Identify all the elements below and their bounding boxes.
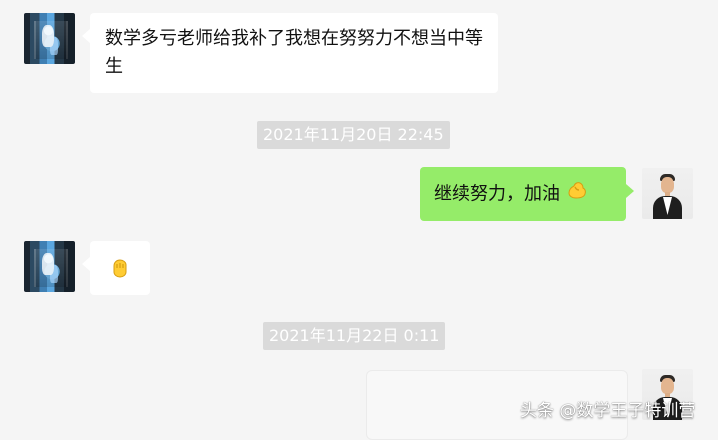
timestamp-1: 2021年11月20日 22:45 [257,121,450,149]
source-watermark: 头条 @数学王子特训营 [520,401,696,421]
outgoing-message-bubble-1[interactable]: 继续努力，加油 [420,167,634,221]
contact-avatar-image-2 [24,241,75,292]
incoming-message-bubble-2[interactable] [82,241,150,295]
avatar-face-2 [661,378,674,394]
outgoing-message-text-1: 继续努力，加油 [434,183,560,205]
contact-avatar-top[interactable] [24,13,75,64]
user-avatar-image [642,168,693,219]
incoming-message-bubble-1[interactable]: 数学多亏老师给我补了我想在努努力不想当中等生 [82,13,498,93]
incoming-message-text-1: 数学多亏老师给我补了我想在努努力不想当中等生 [105,28,483,77]
contact-avatar-image [24,13,75,64]
contact-avatar-bottom[interactable] [24,241,75,292]
user-avatar-top[interactable] [642,168,693,219]
avatar-face [661,177,674,193]
flexed-biceps-icon [566,179,588,210]
raised-fist-icon [108,256,132,289]
timestamp-2: 2021年11月22日 0:11 [263,322,446,350]
